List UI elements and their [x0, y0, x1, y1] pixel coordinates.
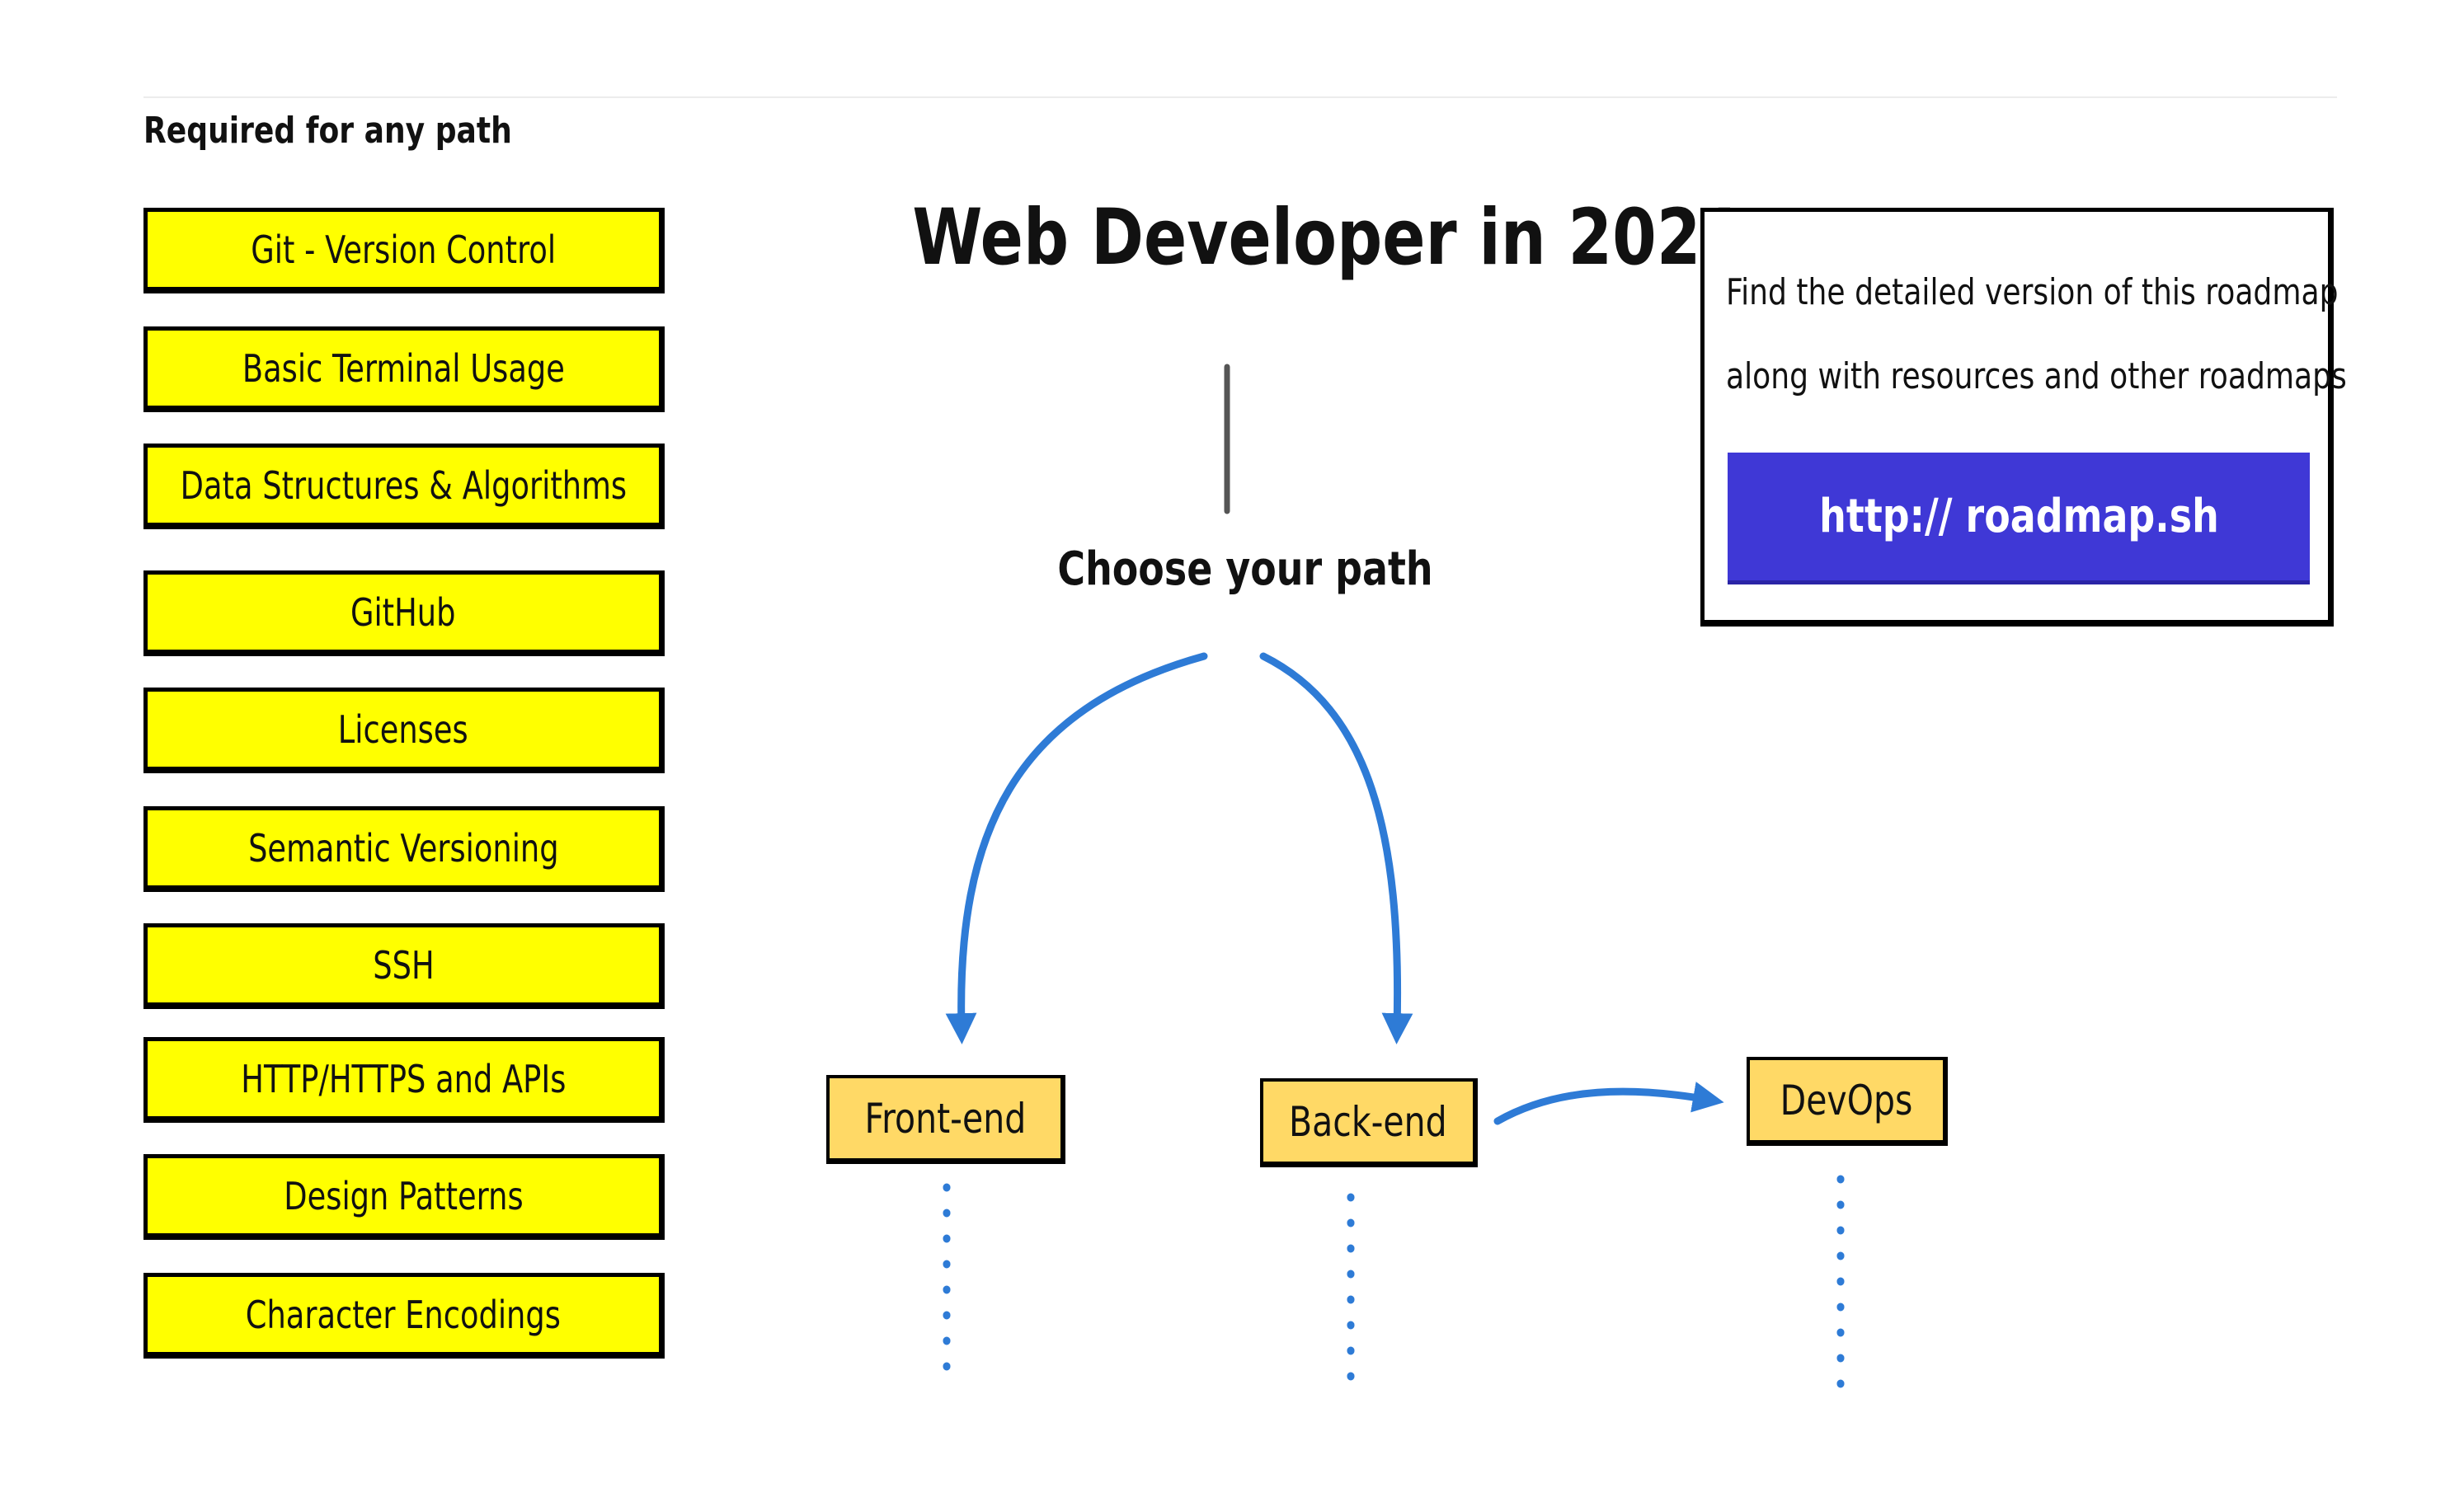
path-label: DevOps	[1780, 1076, 1913, 1124]
info-text-line-1: Find the detailed version of this roadma…	[1726, 271, 2339, 313]
arrow-to-backend	[1259, 652, 1413, 1044]
arrow-backend-to-devops	[1493, 1082, 1724, 1125]
roadmap-link-button[interactable]: http:// roadmap.sh	[1728, 453, 2310, 584]
path-label: Front-end	[864, 1094, 1026, 1143]
path-backend[interactable]: Back-end	[1260, 1078, 1478, 1167]
path-frontend[interactable]: Front-end	[826, 1075, 1065, 1164]
choose-path-label: Choose your path	[1057, 542, 1433, 596]
info-panel: Find the detailed version of this roadma…	[1700, 208, 2347, 627]
path-label: Back-end	[1289, 1097, 1447, 1146]
info-text-line-2: along with resources and other roadmaps	[1726, 355, 2347, 397]
path-devops[interactable]: DevOps	[1747, 1057, 1948, 1146]
arrow-to-frontend	[945, 652, 1208, 1044]
roadmap-link-label: http:// roadmap.sh	[1818, 490, 2219, 543]
